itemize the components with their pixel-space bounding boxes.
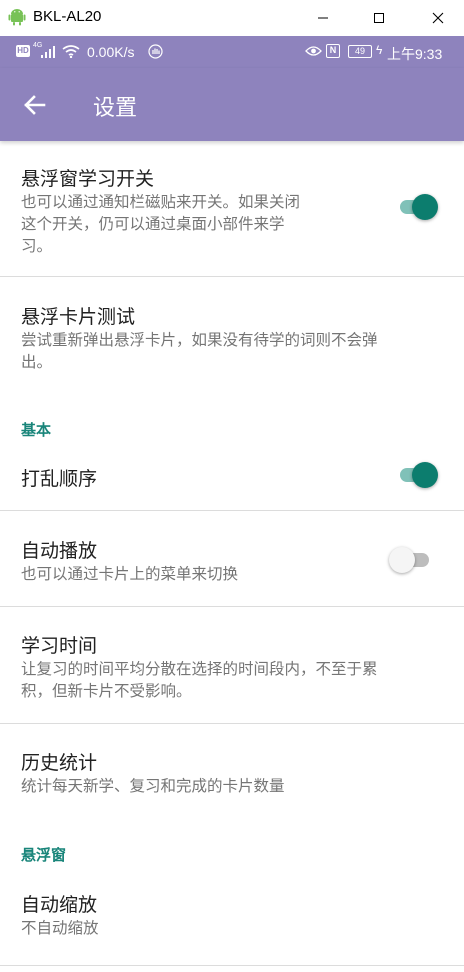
emulator-window-bar: BKL-AL20 <box>0 0 464 36</box>
autoplay-toggle[interactable] <box>389 546 439 574</box>
category-header-float-window: 悬浮窗 <box>21 846 67 864</box>
close-icon <box>432 12 444 24</box>
pref-title: 学习时间 <box>21 635 98 657</box>
close-button[interactable] <box>426 6 450 30</box>
pref-history-stats[interactable]: 历史统计 统计每天新学、复习和完成的卡片数量 <box>0 724 464 820</box>
shuffle-toggle[interactable] <box>398 461 444 489</box>
pref-title: 悬浮窗学习开关 <box>21 168 155 190</box>
divider <box>0 965 464 966</box>
nfc-icon: N <box>326 44 340 58</box>
toggle-thumb <box>412 194 438 220</box>
pref-summary-line: 积，但新卡片不受影响。 <box>21 682 192 700</box>
pref-title: 自动缩放 <box>21 894 98 916</box>
pref-summary-line: 习。 <box>21 237 53 255</box>
pref-title: 自动播放 <box>21 540 98 562</box>
window-title: BKL-AL20 <box>33 8 102 25</box>
android-icon <box>8 9 26 26</box>
pref-float-card-test[interactable]: 悬浮卡片测试 尝试重新弹出悬浮卡片，如果没有待学的词则不会弹 出。 <box>0 277 464 377</box>
minimize-icon <box>318 17 328 19</box>
hand-icon <box>148 44 163 59</box>
pref-shuffle[interactable]: 打乱顺序 <box>0 445 464 509</box>
pref-summary: 不自动缩放 <box>21 919 99 937</box>
pref-autoplay[interactable]: 自动播放 也可以通过卡片上的菜单来切换 <box>0 511 464 606</box>
pref-auto-zoom[interactable]: 自动缩放 不自动缩放 <box>0 870 464 965</box>
pref-summary-line: 也可以通过通知栏磁贴来开关。如果关闭 <box>21 193 301 211</box>
category-header-basic: 基本 <box>21 421 52 439</box>
battery-level: 49 <box>348 45 372 58</box>
app-bar: 设置 <box>0 68 464 141</box>
pref-summary-line: 这个开关，仍可以通过桌面小部件来学 <box>21 215 285 233</box>
status-bar: HD 4G 0.00K/s N 49 ϟ 上午9:33 <box>0 36 464 68</box>
signal-icon <box>41 46 55 58</box>
pref-summary: 统计每天新学、复习和完成的卡片数量 <box>21 777 285 795</box>
pref-float-window-switch[interactable]: 悬浮窗学习开关 也可以通过通知栏磁贴来开关。如果关闭 这个开关，仍可以通过桌面小… <box>0 142 464 276</box>
minimize-button[interactable] <box>311 6 335 30</box>
pref-title: 悬浮卡片测试 <box>21 306 136 328</box>
status-clock: 上午9:33 <box>387 46 443 62</box>
maximize-icon <box>374 13 384 23</box>
page-title: 设置 <box>93 96 138 121</box>
charging-icon: ϟ <box>376 43 383 57</box>
toggle-thumb <box>412 462 438 488</box>
hd-badge: HD <box>16 45 30 57</box>
back-arrow-icon[interactable] <box>20 90 50 120</box>
pref-summary-line: 让复习的时间平均分散在选择的时间段内，不至于累 <box>21 660 378 678</box>
toggle-thumb <box>389 547 415 573</box>
pref-title: 打乱顺序 <box>21 468 98 490</box>
maximize-button[interactable] <box>367 6 391 30</box>
network-speed: 0.00K/s <box>87 44 135 60</box>
pref-summary: 也可以通过卡片上的菜单来切换 <box>21 565 239 583</box>
pref-study-time[interactable]: 学习时间 让复习的时间平均分散在选择的时间段内，不至于累 积，但新卡片不受影响。 <box>0 607 464 723</box>
pref-title: 历史统计 <box>21 752 98 774</box>
wifi-icon <box>62 45 80 58</box>
pref-summary-line: 出。 <box>21 353 53 371</box>
pref-summary-line: 尝试重新弹出悬浮卡片，如果没有待学的词则不会弹 <box>21 331 378 349</box>
float-window-toggle[interactable] <box>398 193 444 221</box>
eye-icon <box>305 46 322 56</box>
